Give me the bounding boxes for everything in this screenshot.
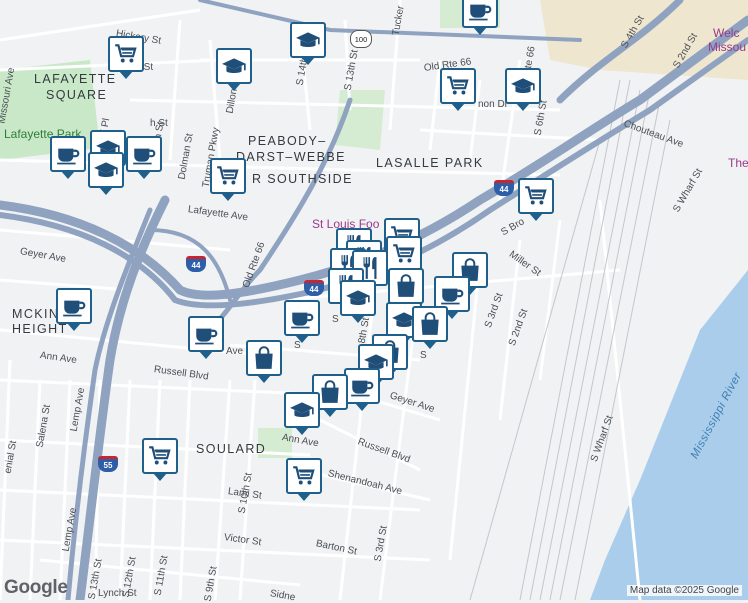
street-grid — [0, 0, 642, 600]
map-data-attribution[interactable]: Map data ©2025 Google — [626, 585, 742, 596]
map-marker-coffee[interactable] — [284, 300, 320, 343]
coffee-cup-icon — [131, 141, 157, 167]
interstate-shield-i44: 44 — [494, 180, 514, 196]
coffee-cup-icon — [61, 293, 87, 319]
interstate-shield-i44: 44 — [304, 280, 324, 296]
graduation-cap-icon — [289, 397, 315, 423]
map-marker-school[interactable] — [284, 392, 320, 435]
map-marker-coffee[interactable] — [50, 136, 86, 179]
shopping-cart-icon — [523, 183, 549, 209]
interstate-shield-i44: 44 — [186, 256, 206, 272]
graduation-cap-icon — [93, 157, 119, 183]
coffee-cup-icon — [289, 305, 315, 331]
shopping-cart-icon — [215, 163, 241, 189]
coffee-cup-icon — [193, 321, 219, 347]
map-marker-school[interactable] — [340, 280, 376, 323]
coffee-cup-icon — [467, 0, 493, 23]
map-marker-coffee[interactable] — [188, 316, 224, 359]
coffee-cup-icon — [439, 281, 465, 307]
shopping-bag-icon — [417, 311, 443, 337]
graduation-cap-icon — [510, 73, 536, 99]
shopping-cart-icon — [147, 443, 173, 469]
map-marker-shopping[interactable] — [388, 268, 424, 311]
graduation-cap-icon — [345, 285, 371, 311]
interstate-shield-i55: 55 — [98, 456, 118, 472]
shopping-cart-icon — [291, 463, 317, 489]
graduation-cap-icon — [295, 27, 321, 53]
map-marker-grocery[interactable] — [440, 68, 476, 111]
map-marker-school[interactable] — [216, 48, 252, 91]
shopping-cart-icon — [391, 241, 417, 267]
map-marker-grocery[interactable] — [142, 438, 178, 481]
shopping-cart-icon — [445, 73, 471, 99]
coffee-cup-icon — [55, 141, 81, 167]
map-marker-coffee[interactable] — [344, 368, 380, 411]
map-marker-school[interactable] — [88, 152, 124, 195]
map-marker-coffee[interactable] — [56, 288, 92, 331]
route-shield-100: 100 — [350, 30, 372, 48]
map-marker-coffee[interactable] — [126, 136, 162, 179]
us100-road — [198, 0, 582, 42]
map-marker-grocery[interactable] — [286, 458, 322, 501]
shopping-bag-icon — [393, 273, 419, 299]
map-marker-grocery[interactable] — [108, 36, 144, 79]
shopping-bag-icon — [251, 345, 277, 371]
map-marker-grocery[interactable] — [210, 158, 246, 201]
mississippi-river — [590, 270, 748, 600]
map-marker-shopping[interactable] — [412, 306, 448, 349]
map-marker-shopping[interactable] — [246, 340, 282, 383]
map-marker-grocery[interactable] — [386, 236, 422, 279]
map-marker-school[interactable] — [505, 68, 541, 111]
shopping-bag-icon — [317, 379, 343, 405]
graduation-cap-icon — [221, 53, 247, 79]
coffee-cup-icon — [349, 373, 375, 399]
map-marker-school[interactable] — [290, 22, 326, 65]
shopping-cart-icon — [113, 41, 139, 67]
google-logo: Google — [4, 577, 68, 598]
map-marker-grocery[interactable] — [518, 178, 554, 221]
map-marker-coffee[interactable] — [462, 0, 498, 35]
